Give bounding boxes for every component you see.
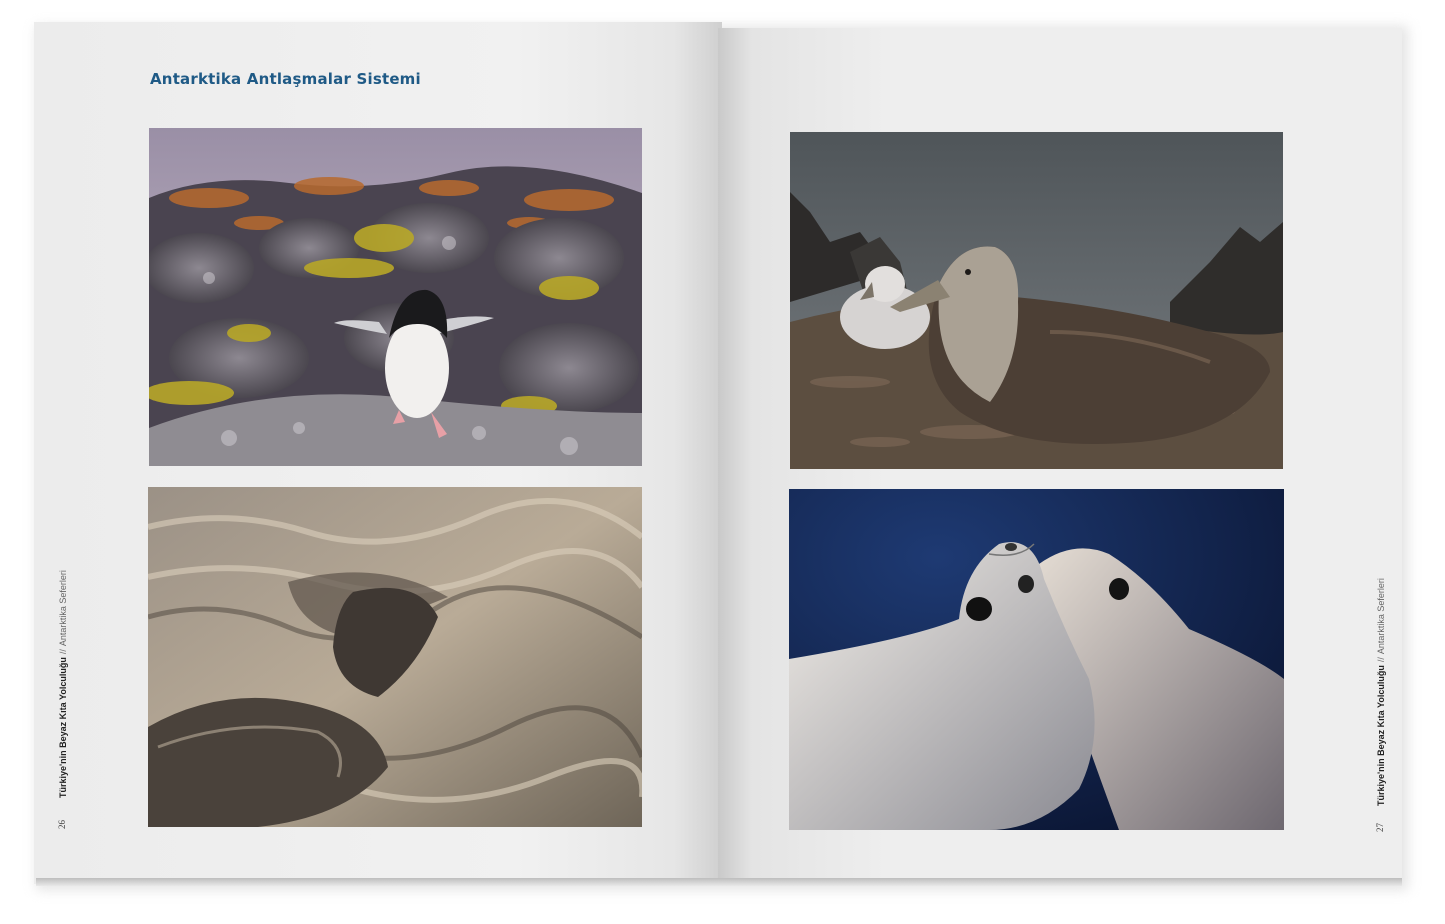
- section-title: Antarktika Antlaşmalar Sistemi: [150, 70, 421, 88]
- water-seal-photo: [148, 487, 642, 827]
- petrel-photo: [790, 132, 1283, 469]
- running-subtitle: Antarktika Seferleri: [1376, 578, 1386, 655]
- separator: //: [1376, 657, 1386, 663]
- separator: //: [58, 649, 68, 655]
- penguin-photo: [149, 128, 642, 466]
- left-page-number: 26: [57, 820, 67, 829]
- right-page-number: 27: [1375, 823, 1385, 832]
- right-running-header: Türkiye'nin Beyaz Kıta Yolculuğu // Antark…: [1376, 578, 1386, 806]
- running-title: Türkiye'nin Beyaz Kıta Yolculuğu: [1376, 665, 1386, 806]
- left-running-header: Türkiye'nin Beyaz Kıta Yolculuğu // Antark…: [58, 570, 68, 798]
- book-spread: Antarktika Antlaşmalar Sistemi Türkiye'n…: [0, 0, 1445, 924]
- running-title: Türkiye'nin Beyaz Kıta Yolculuğu: [58, 657, 68, 798]
- running-subtitle: Antarktika Seferleri: [58, 570, 68, 647]
- seals-photo: [789, 489, 1284, 830]
- page-edge: [36, 878, 1402, 886]
